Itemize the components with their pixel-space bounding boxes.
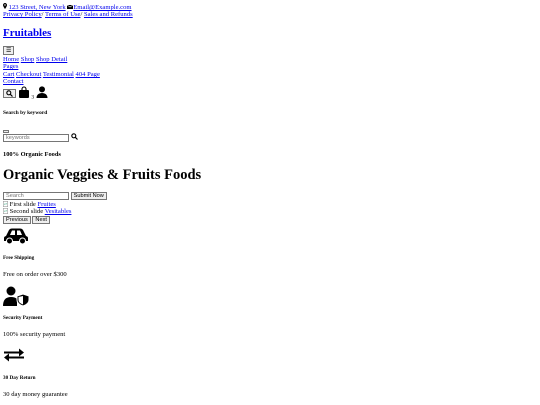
exchange-icon bbox=[3, 347, 25, 366]
nav-contact-link[interactable]: Contact bbox=[3, 78, 24, 85]
nav-home-link[interactable]: Home bbox=[3, 56, 19, 63]
feature-security-title: Security Payment bbox=[3, 315, 43, 321]
search-icon[interactable] bbox=[70, 133, 78, 143]
nav-shop-detail-link[interactable]: Shop Detail bbox=[36, 56, 67, 63]
link-separator: / bbox=[80, 11, 83, 18]
feature-free-shipping-title: Free Shipping bbox=[3, 255, 35, 261]
hero-search-input[interactable] bbox=[3, 192, 69, 200]
topbar-policy-links: Privacy Policy/ Terms of Use/ Sales and … bbox=[3, 11, 133, 19]
slide-1-link[interactable]: Fruites bbox=[38, 201, 56, 208]
user-shield-icon bbox=[3, 286, 30, 309]
car-icon bbox=[3, 227, 29, 248]
carousel-slide-2: Second slide Vesitables bbox=[3, 208, 71, 216]
nav-pages-dropdown[interactable]: Pages bbox=[3, 63, 18, 70]
slide-1-broken-image bbox=[3, 201, 10, 208]
search-icon bbox=[6, 90, 13, 97]
hero-title: Organic Veggies & Fruits Foods bbox=[3, 167, 202, 183]
hero-subtitle: 100% Organic Foods bbox=[3, 151, 61, 158]
shopping-bag-icon[interactable] bbox=[18, 86, 30, 101]
nav-testimonial-link[interactable]: Testimonial bbox=[43, 71, 74, 78]
search-modal-title: Search by keyword bbox=[3, 110, 48, 116]
nav-404-link[interactable]: 404 Page bbox=[76, 71, 100, 78]
slide-1-alt-text: First slide bbox=[9, 201, 36, 208]
header-actions: 3 bbox=[3, 86, 48, 101]
slide-2-link[interactable]: Vesitables bbox=[45, 208, 72, 215]
slide-2-alt-text: Second slide bbox=[9, 208, 44, 215]
keywords-input[interactable] bbox=[3, 134, 69, 143]
carousel-previous-button[interactable]: Previous bbox=[3, 216, 31, 224]
feature-return-title: 30 Day Return bbox=[3, 375, 36, 381]
sales-refunds-link[interactable]: Sales and Refunds bbox=[84, 11, 133, 18]
feature-security-text: 100% security payment bbox=[3, 331, 66, 338]
feature-security-icon-wrap bbox=[3, 286, 30, 309]
feature-return-text: 30 day money guarantee bbox=[3, 391, 68, 398]
feature-return-icon-wrap bbox=[3, 347, 25, 366]
slide-2-broken-image bbox=[3, 208, 10, 215]
search-button[interactable] bbox=[3, 88, 16, 98]
cart-count-badge: 3 bbox=[31, 94, 35, 101]
terms-of-use-link[interactable]: Terms of Use bbox=[45, 11, 80, 18]
navbar-toggle-button[interactable]: ☰ bbox=[3, 46, 15, 55]
feature-free-shipping-icon-wrap bbox=[3, 227, 29, 248]
brand-logo-link[interactable]: Fruitables bbox=[3, 27, 51, 39]
user-icon[interactable] bbox=[36, 86, 48, 101]
email-link[interactable]: Email@Example.com bbox=[73, 4, 131, 11]
feature-free-shipping-text: Free on order over $300 bbox=[3, 271, 67, 278]
nav-cart-link[interactable]: Cart bbox=[3, 71, 14, 78]
carousel-next-button[interactable]: Next bbox=[32, 216, 50, 224]
privacy-policy-link[interactable]: Privacy Policy bbox=[3, 11, 42, 18]
address-link[interactable]: 123 Street, New York bbox=[9, 4, 66, 11]
link-separator: / bbox=[41, 11, 44, 18]
nav-shop-link[interactable]: Shop bbox=[21, 56, 35, 63]
submit-now-button[interactable]: Submit Now bbox=[70, 192, 107, 200]
nav-checkout-link[interactable]: Checkout bbox=[16, 71, 41, 78]
